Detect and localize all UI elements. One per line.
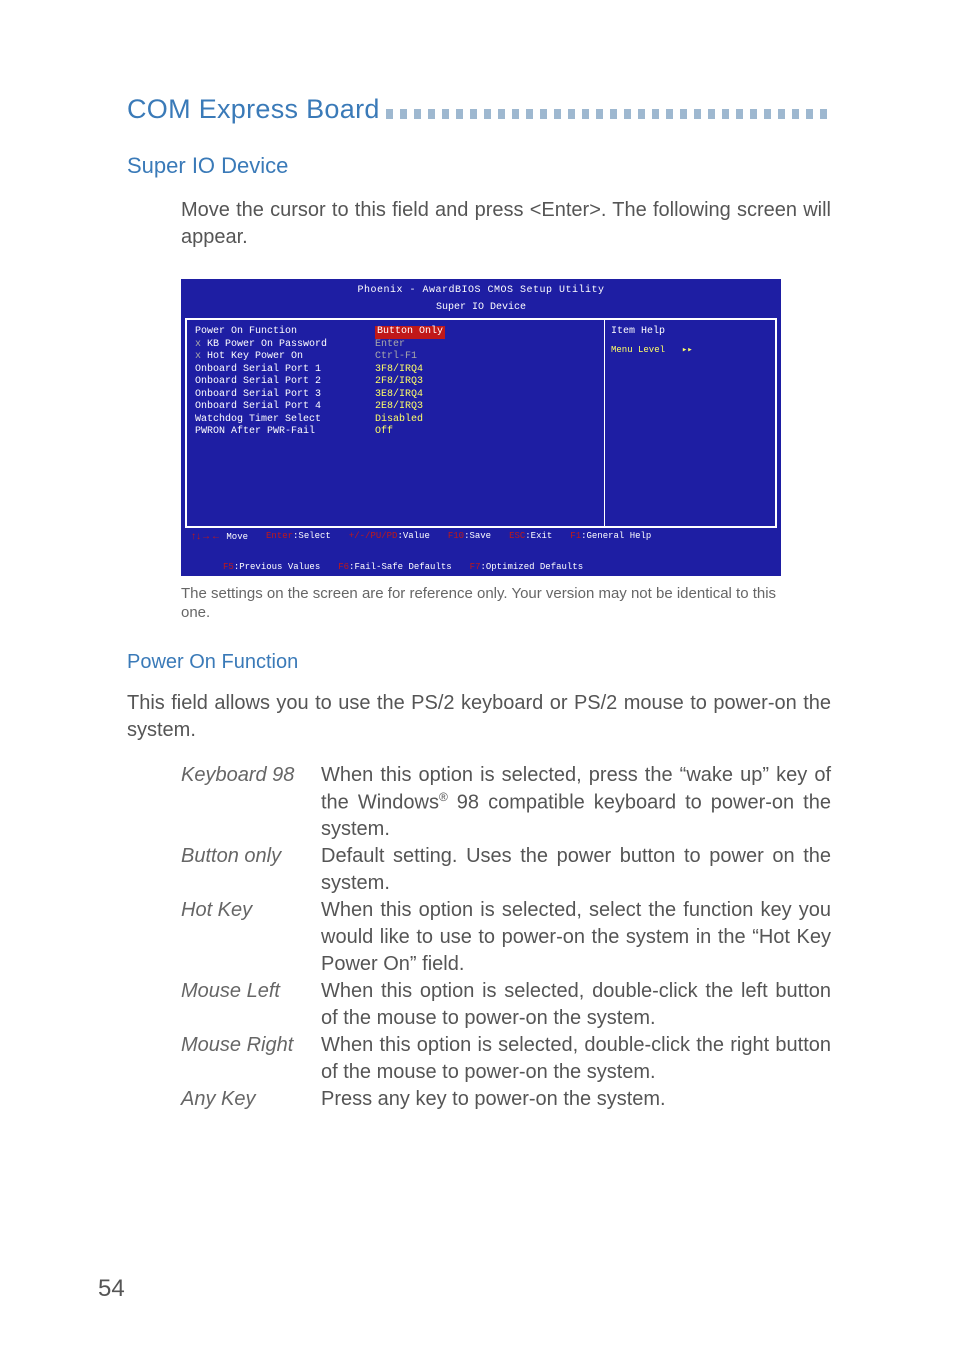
- option-term: Any Key: [181, 1086, 321, 1113]
- option-row: Mouse Right When this option is selected…: [181, 1032, 831, 1086]
- bios-help-title: Item Help: [611, 326, 769, 339]
- bios-box: Power On Function Button Only x KB Power…: [185, 318, 777, 528]
- bios-row: Onboard Serial Port 2 2F8/IRQ3: [195, 376, 596, 389]
- body-paragraph: This field allows you to use the PS/2 ke…: [127, 690, 831, 744]
- page-number: 54: [98, 1275, 125, 1303]
- option-desc: Press any key to power-on the system.: [321, 1086, 831, 1113]
- section-heading-super-io: Super IO Device: [127, 153, 831, 179]
- bios-right-panel: Item Help Menu Level ▸▸: [605, 320, 775, 526]
- bios-row: PWRON After PWR-Fail Off: [195, 426, 596, 439]
- option-term: Hot Key: [181, 897, 321, 978]
- option-row: Any Key Press any key to power-on the sy…: [181, 1086, 831, 1113]
- bios-value-highlight: Button Only: [375, 326, 445, 339]
- option-desc: When this option is selected, double-cli…: [321, 978, 831, 1032]
- options-list: Keyboard 98 When this option is selected…: [181, 762, 831, 1114]
- option-row: Button only Default setting. Uses the po…: [181, 843, 831, 897]
- bios-row: Onboard Serial Port 3 3E8/IRQ4: [195, 389, 596, 402]
- option-desc: When this option is selected, press the …: [321, 762, 831, 844]
- option-term: Keyboard 98: [181, 762, 321, 844]
- bios-row: x Hot Key Power On Ctrl-F1: [195, 351, 596, 364]
- section-heading-power-on: Power On Function: [127, 651, 831, 674]
- bios-row: Onboard Serial Port 4 2E8/IRQ3: [195, 401, 596, 414]
- option-row: Mouse Left When this option is selected,…: [181, 978, 831, 1032]
- bios-footer: ↑↓→← Move Enter:Select +/-/PU/PD:Value F…: [185, 528, 777, 574]
- header-dots: [386, 109, 831, 119]
- bios-screenshot: Phoenix - AwardBIOS CMOS Setup Utility S…: [181, 279, 781, 576]
- option-desc: When this option is selected, double-cli…: [321, 1032, 831, 1086]
- page-header: COM Express Board: [127, 94, 831, 125]
- option-row: Keyboard 98 When this option is selected…: [181, 762, 831, 844]
- option-term: Mouse Left: [181, 978, 321, 1032]
- option-desc: Default setting. Uses the power button t…: [321, 843, 831, 897]
- header-title: COM Express Board: [127, 94, 380, 125]
- intro-paragraph: Move the cursor to this field and press …: [181, 197, 831, 251]
- bios-caption: The settings on the screen are for refer…: [181, 584, 781, 623]
- arrows-icon: ↑↓→←: [191, 531, 221, 542]
- option-row: Hot Key When this option is selected, se…: [181, 897, 831, 978]
- bios-row: x KB Power On Password Enter: [195, 339, 596, 352]
- menu-level-icon: ▸▸: [671, 345, 693, 355]
- bios-menu-level: Menu Level ▸▸: [611, 345, 769, 358]
- option-desc: When this option is selected, select the…: [321, 897, 831, 978]
- bios-subtitle: Super IO Device: [185, 302, 777, 319]
- option-term: Button only: [181, 843, 321, 897]
- bios-title: Phoenix - AwardBIOS CMOS Setup Utility: [185, 283, 777, 302]
- bios-left-panel: Power On Function Button Only x KB Power…: [187, 320, 605, 526]
- bios-row: Watchdog Timer Select Disabled: [195, 414, 596, 427]
- option-term: Mouse Right: [181, 1032, 321, 1086]
- bios-row: Power On Function Button Only: [195, 326, 596, 339]
- bios-row: Onboard Serial Port 1 3F8/IRQ4: [195, 364, 596, 377]
